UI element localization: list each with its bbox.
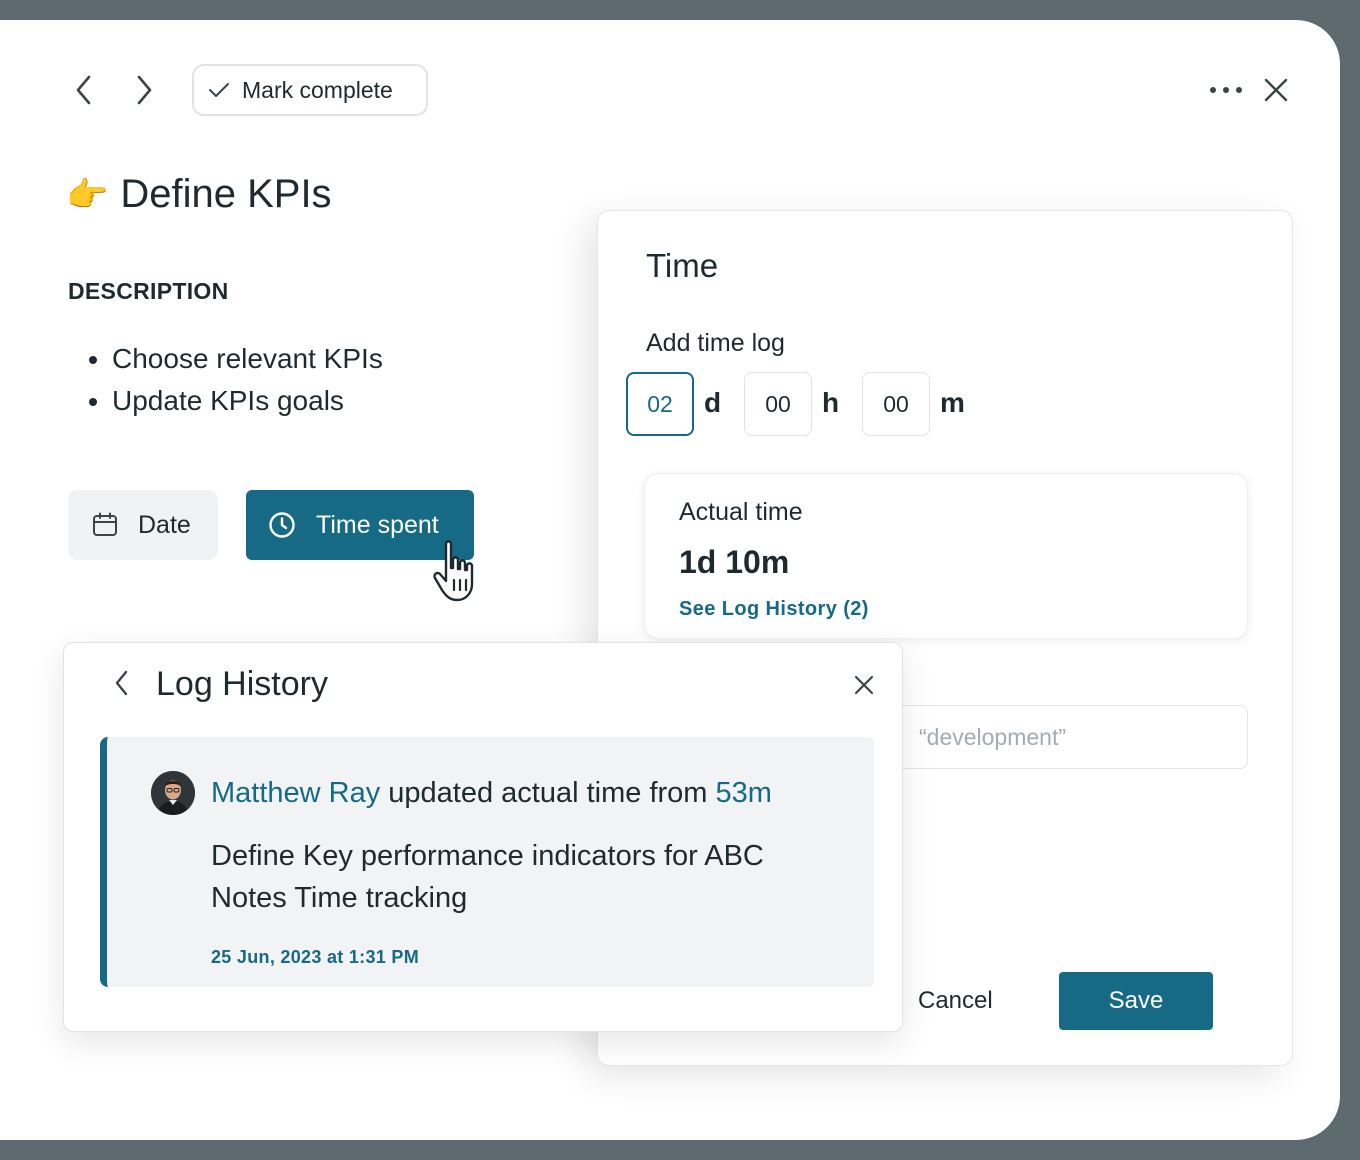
see-log-history-link[interactable]: See Log History (2) [679, 598, 869, 621]
task-window: Mark complete 👉 Define KPIs DESCRIPTION … [0, 20, 1340, 1140]
date-label: Date [138, 510, 191, 539]
mark-complete-label: Mark complete [242, 76, 393, 103]
minutes-unit: m [940, 387, 965, 418]
check-icon [209, 83, 229, 97]
hand-pointer-cursor-icon [433, 540, 474, 602]
log-entry-user[interactable]: Matthew Ray [211, 777, 380, 809]
chevron-right-icon [137, 75, 152, 105]
description-item: Choose relevant KPIs [112, 338, 383, 380]
clock-icon [269, 512, 295, 538]
more-options-button[interactable] [1206, 70, 1246, 110]
hours-unit: h [822, 387, 840, 418]
days-unit: d [704, 387, 722, 418]
date-button[interactable]: Date [68, 490, 218, 560]
log-history-panel: Log History Matthew Ray updated actual t… [63, 642, 903, 1032]
log-entry: Matthew Ray updated actual time from 53m… [100, 737, 874, 987]
previous-task-button[interactable] [64, 70, 104, 110]
log-history-close-button[interactable] [844, 665, 884, 705]
log-history-title: Log History [156, 665, 328, 703]
more-icon [1210, 87, 1242, 93]
calendar-icon [93, 512, 117, 536]
actual-time-label: Actual time [679, 498, 803, 526]
add-time-log-label: Add time log [646, 329, 785, 357]
time-panel-title: Time [646, 247, 719, 284]
actual-time-value: 1d 10m [679, 544, 790, 580]
pointing-hand-icon: 👉 [66, 175, 109, 214]
minutes-input[interactable]: 00 [862, 372, 930, 436]
days-input[interactable]: 02 [626, 372, 694, 436]
log-entry-headline: Matthew Ray updated actual time from 53m [211, 777, 772, 810]
close-icon [854, 675, 874, 695]
user-avatar-icon [151, 771, 195, 815]
log-history-back-button[interactable] [102, 663, 142, 703]
cancel-button[interactable]: Cancel [918, 987, 993, 1015]
avatar [151, 771, 195, 815]
tag-input-placeholder: “development” [919, 723, 1067, 750]
close-icon [1264, 78, 1288, 102]
description-item: Update KPIs goals [112, 380, 383, 422]
log-entry-timestamp: 25 Jun, 2023 at 1:31 PM [211, 947, 420, 967]
log-entry-action: updated actual time from [380, 777, 716, 809]
chevron-left-icon [76, 75, 91, 105]
tag-input[interactable]: “development” [858, 705, 1248, 769]
close-button[interactable] [1256, 70, 1296, 110]
description-list: Choose relevant KPIs Update KPIs goals [68, 338, 383, 422]
next-task-button[interactable] [124, 70, 164, 110]
hours-input[interactable]: 00 [744, 372, 812, 436]
save-button[interactable]: Save [1059, 972, 1213, 1030]
actual-time-card: Actual time 1d 10m See Log History (2) [644, 473, 1248, 639]
chevron-left-icon [115, 670, 128, 696]
task-title: 👉 Define KPIs [66, 172, 332, 217]
mark-complete-button[interactable]: Mark complete [192, 64, 428, 116]
description-label: DESCRIPTION [68, 278, 229, 304]
time-spent-label: Time spent [316, 510, 439, 539]
task-title-text: Define KPIs [120, 172, 332, 216]
log-entry-from-value: 53m [715, 777, 772, 809]
log-entry-body: Define Key performance indicators for AB… [211, 840, 764, 914]
